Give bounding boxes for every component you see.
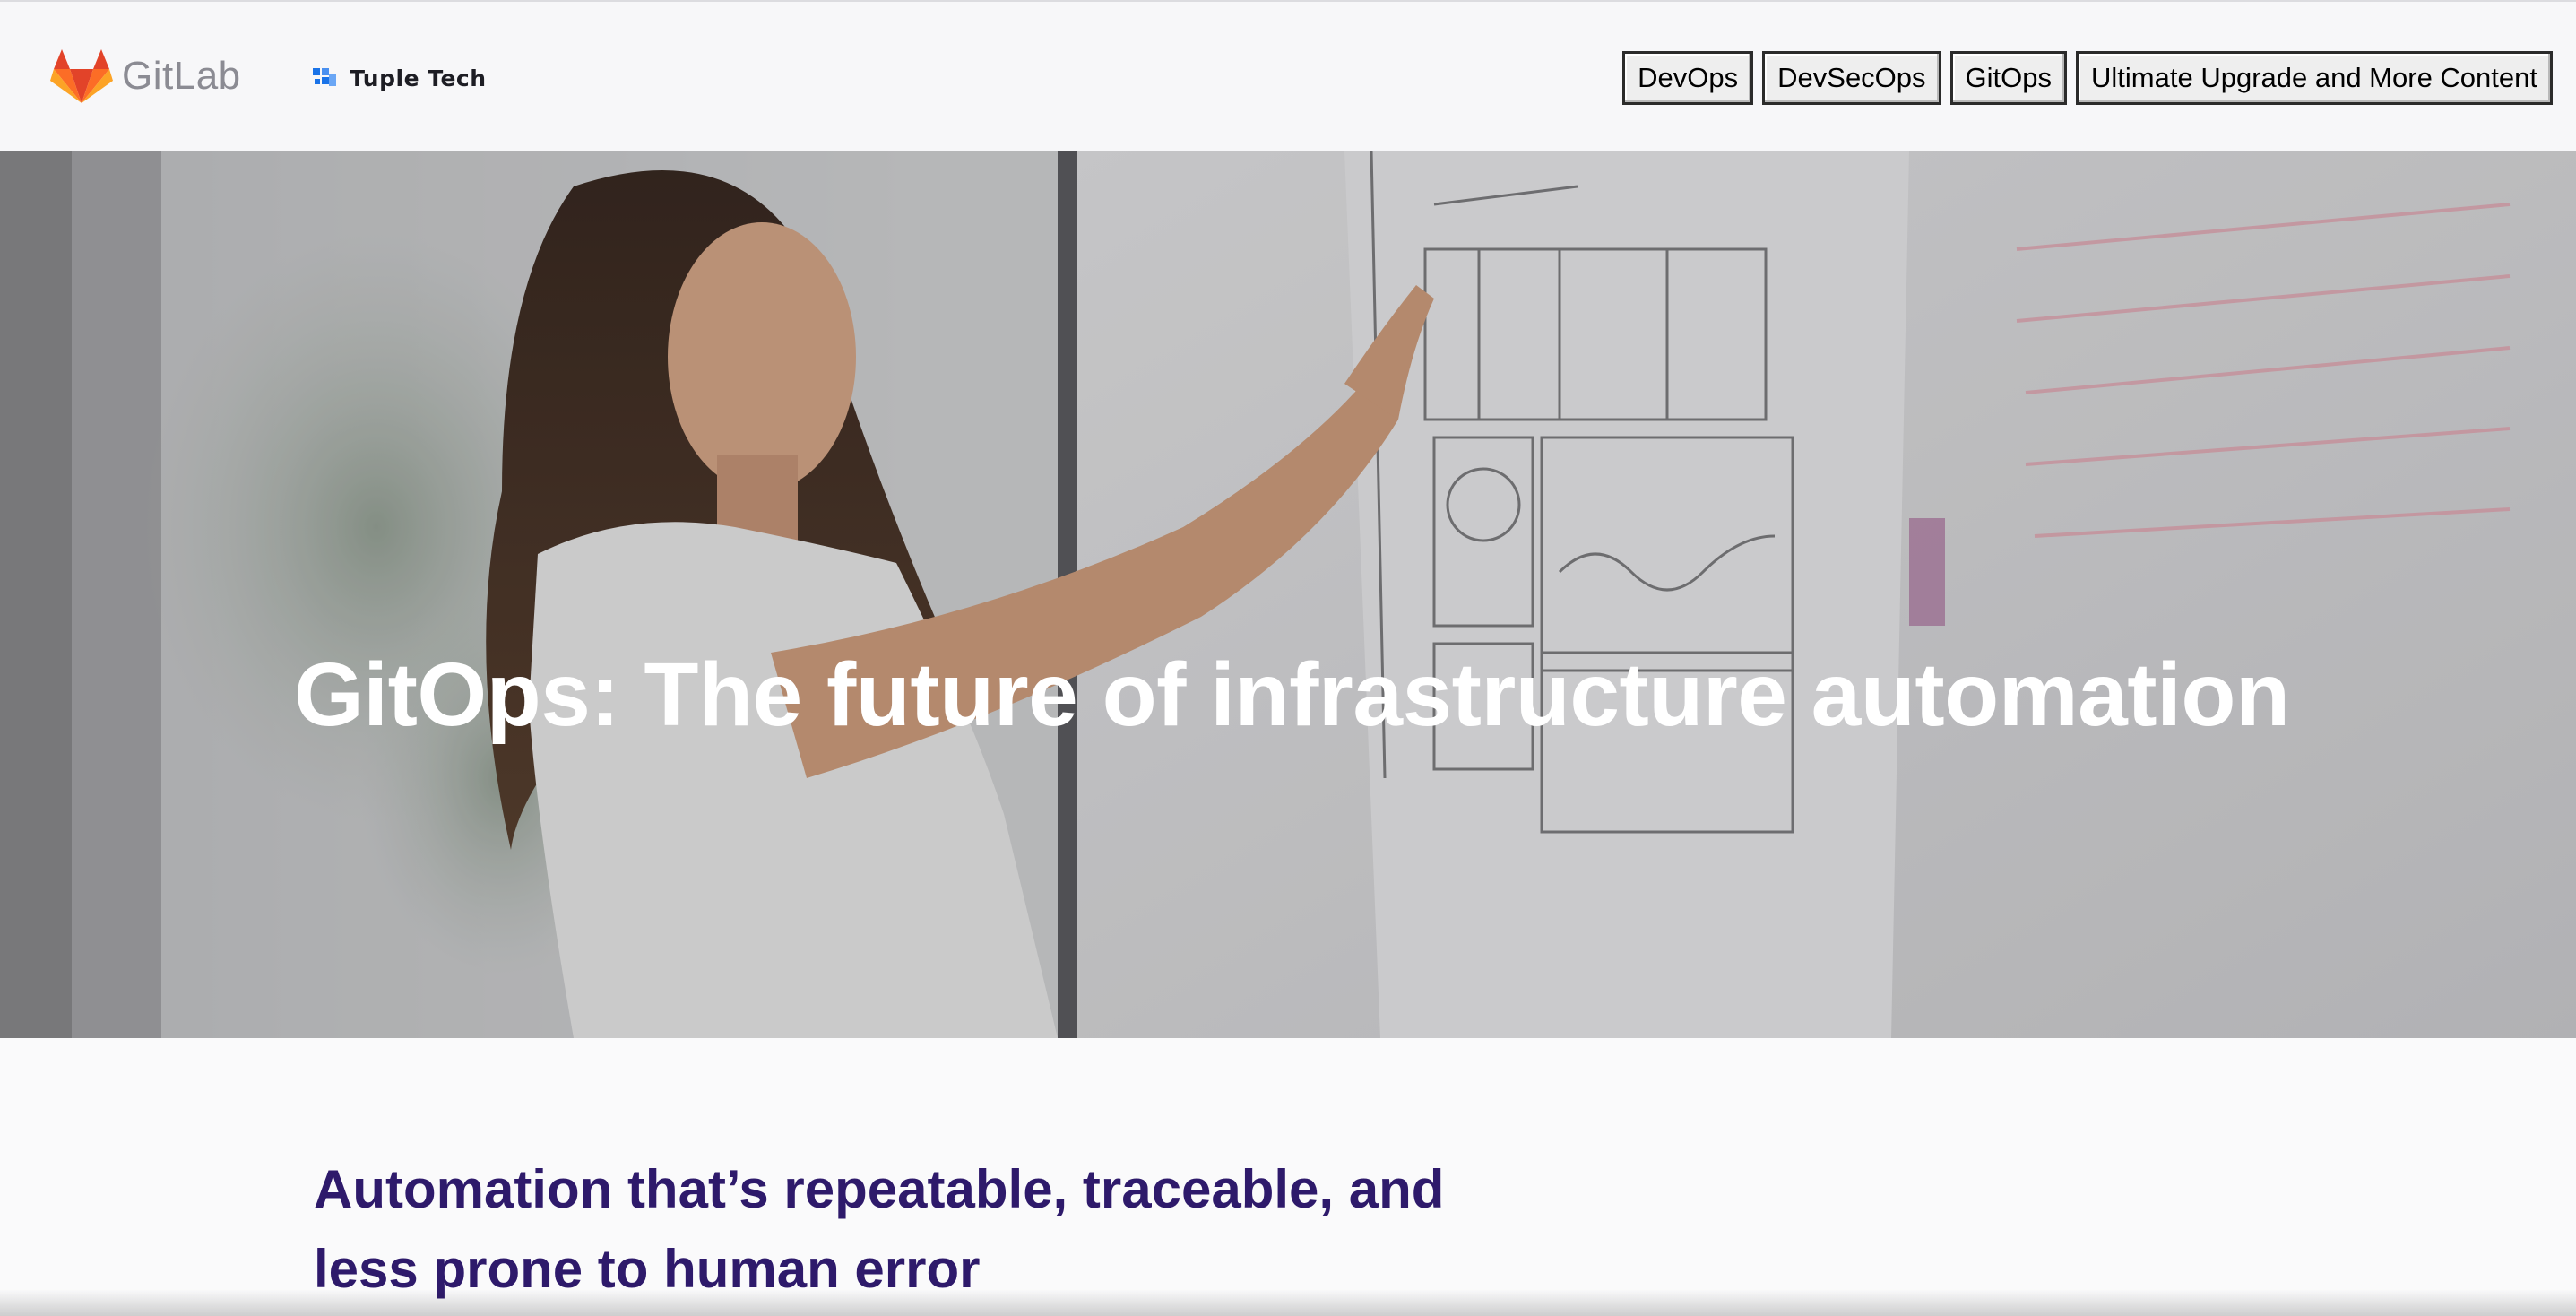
hero-banner: GitOps: The future of infrastructure aut… — [0, 151, 2576, 1038]
intro-heading-line-1: Automation that’s repeatable, traceable,… — [314, 1159, 1445, 1219]
intro-heading: Automation that’s repeatable, traceable,… — [314, 1149, 1569, 1309]
partner-name: Tuple Tech — [350, 65, 487, 91]
gitlab-wordmark: GitLab — [122, 54, 241, 98]
nav-button-gitops[interactable]: GitOps — [1949, 51, 2068, 105]
nav-button-devops[interactable]: DevOps — [1622, 51, 1754, 105]
partner-logo[interactable]: Tuple Tech — [312, 63, 487, 93]
top-navigation-bar: GitLab Tuple Tech DevOps DevSecOps GitOp… — [0, 0, 2576, 151]
gitlab-logo[interactable]: GitLab — [50, 47, 241, 106]
gitlab-tanuki-icon — [50, 49, 113, 103]
main-nav: DevOps DevSecOps GitOps Ultimate Upgrade… — [1622, 51, 2553, 105]
tuple-tech-icon — [313, 68, 336, 86]
bottom-shadow — [0, 1289, 2576, 1316]
nav-button-ultimate-upgrade[interactable]: Ultimate Upgrade and More Content — [2076, 51, 2553, 105]
hero-title: GitOps: The future of infrastructure aut… — [294, 645, 2290, 745]
nav-button-devsecops[interactable]: DevSecOps — [1762, 51, 1941, 105]
hero-photo — [0, 151, 2576, 1038]
